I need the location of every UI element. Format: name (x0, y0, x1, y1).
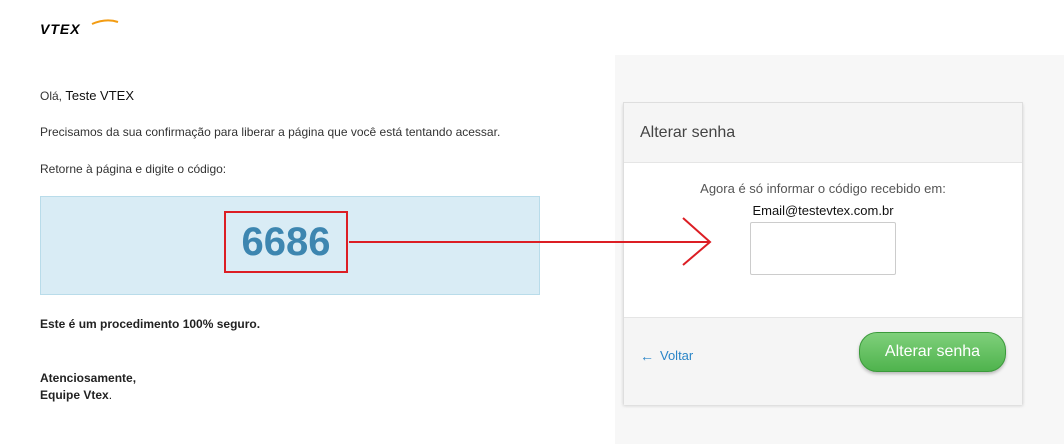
code-highlight-frame: 6686 (224, 211, 348, 273)
email-address: Email@testevtex.com.br (752, 203, 894, 218)
change-password-button[interactable]: Alterar senha (859, 332, 1006, 372)
back-link[interactable]: ← Voltar (640, 348, 693, 363)
vtex-logo: VTEX (40, 16, 120, 40)
greeting-prefix: Olá, (40, 89, 63, 103)
closing-text: Atenciosamente, (40, 371, 137, 385)
back-label: Voltar (660, 348, 694, 363)
signature-block: Atenciosamente, Equipe Vtex. (40, 370, 136, 404)
confirmation-paragraph: Precisamos da sua confirmação para liber… (40, 125, 501, 139)
secure-note: Este é um procedimento 100% seguro. (40, 317, 261, 331)
greeting-name: Teste VTEX (65, 88, 134, 103)
logo-text: VTEX (40, 21, 81, 37)
code-input[interactable] (750, 222, 896, 275)
signature-text: Equipe Vtex (40, 388, 109, 402)
signature-dot: . (108, 388, 113, 402)
change-password-modal: Alterar senha Agora é só informar o códi… (623, 102, 1023, 405)
arrow-left-icon: ← (640, 347, 654, 364)
vtex-logo-icon: VTEX (40, 19, 119, 37)
modal-header: Alterar senha (624, 103, 1022, 163)
greeting: Olá, Teste VTEX (40, 88, 560, 103)
email-content: Olá, Teste VTEX (40, 88, 560, 103)
modal-title: Alterar senha (640, 123, 736, 141)
modal-footer: ← Voltar Alterar senha (624, 317, 1022, 405)
verification-code: 6686 (241, 220, 331, 264)
info-text: Agora é só informar o código recebido em… (700, 181, 946, 196)
instruction-paragraph: Retorne à página e digite o código: (40, 162, 227, 176)
